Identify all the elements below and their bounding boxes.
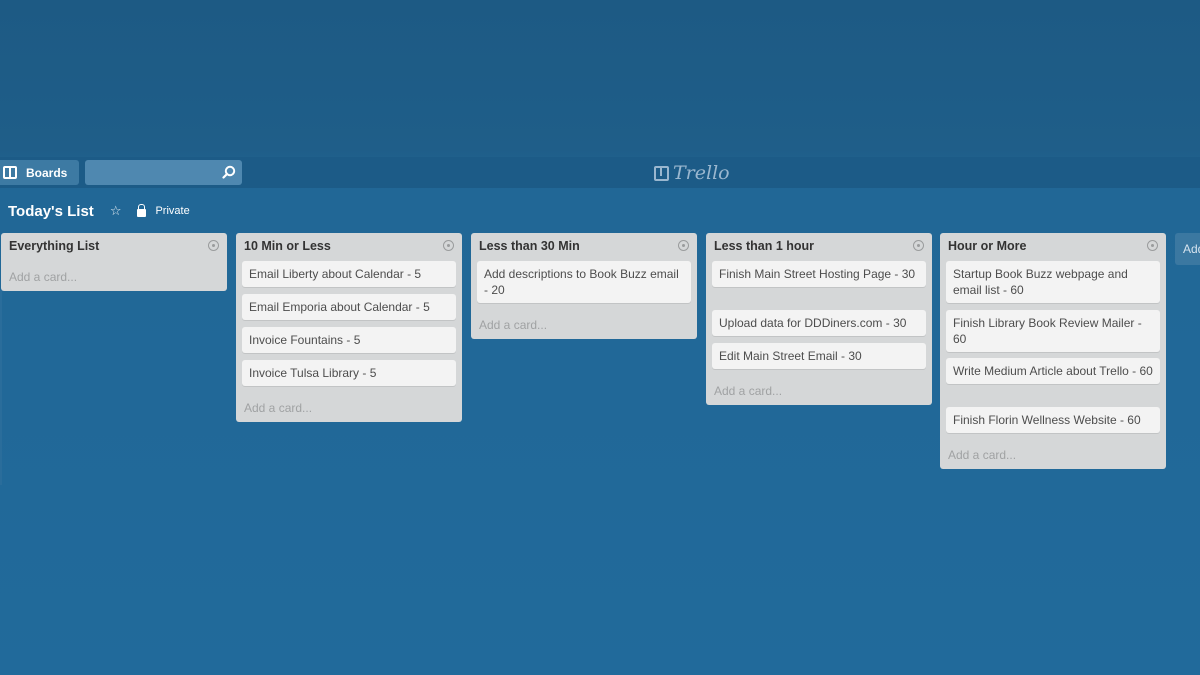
list-menu-icon[interactable] (443, 240, 454, 251)
trello-logo-text: Trello (673, 162, 730, 184)
board-title[interactable]: Today's List (8, 203, 94, 220)
boards-icon (3, 166, 17, 179)
card[interactable]: Email Emporia about Calendar - 5 (242, 294, 456, 320)
list-title[interactable]: Hour or More (948, 239, 1026, 253)
add-card-link[interactable]: Add a card... (479, 318, 547, 332)
add-card-link[interactable]: Add a card... (9, 270, 77, 284)
list-title[interactable]: 10 Min or Less (244, 239, 331, 253)
card[interactable]: Write Medium Article about Trello - 60 (946, 358, 1160, 384)
card[interactable]: Add descriptions to Book Buzz email - 20 (477, 261, 691, 303)
trello-logo-icon (654, 165, 669, 181)
add-card-link[interactable]: Add a card... (714, 384, 782, 398)
list-menu-icon[interactable] (913, 240, 924, 251)
card[interactable]: Invoice Tulsa Library - 5 (242, 360, 456, 386)
add-card-link[interactable]: Add a card... (244, 401, 312, 415)
list-10-min-or-less: 10 Min or Less Email Liberty about Calen… (236, 233, 462, 422)
card[interactable]: Startup Book Buzz webpage and email list… (946, 261, 1160, 303)
add-card-link[interactable]: Add a card... (948, 448, 1016, 462)
lock-icon (137, 203, 147, 217)
list-menu-icon[interactable] (678, 240, 689, 251)
list-menu-icon[interactable] (1147, 240, 1158, 251)
visibility-label[interactable]: Private (155, 205, 189, 217)
card[interactable]: Finish Library Book Review Mailer - 60 (946, 310, 1160, 352)
list-title[interactable]: Less than 1 hour (714, 239, 814, 253)
list-title[interactable]: Everything List (9, 239, 99, 253)
card[interactable]: Upload data for DDDiners.com - 30 (712, 310, 926, 336)
list-title[interactable]: Less than 30 Min (479, 239, 580, 253)
header-bar: Boards Trello (0, 157, 1200, 188)
add-list-button[interactable]: Add (1175, 233, 1200, 265)
search-icon[interactable] (222, 165, 236, 179)
card[interactable]: Edit Main Street Email - 30 (712, 343, 926, 369)
list-less-than-1-hour: Less than 1 hour Finish Main Street Host… (706, 233, 932, 405)
trello-logo[interactable]: Trello (654, 162, 730, 184)
search-input[interactable] (85, 160, 242, 185)
star-icon[interactable]: ☆ (110, 203, 122, 219)
list-hour-or-more: Hour or More Startup Book Buzz webpage a… (940, 233, 1166, 469)
card[interactable]: Email Liberty about Calendar - 5 (242, 261, 456, 287)
card[interactable]: Finish Main Street Hosting Page - 30 (712, 261, 926, 287)
list-edge (0, 290, 2, 485)
list-everything: Everything List Add a card... (1, 233, 227, 291)
list-menu-icon[interactable] (208, 240, 219, 251)
boards-label: Boards (26, 165, 68, 180)
list-less-than-30-min: Less than 30 Min Add descriptions to Boo… (471, 233, 697, 339)
card[interactable]: Invoice Fountains - 5 (242, 327, 456, 353)
boards-button[interactable]: Boards (0, 160, 79, 185)
card[interactable]: Finish Florin Wellness Website - 60 (946, 407, 1160, 433)
board-header: Today's List ☆ Private (8, 200, 190, 222)
